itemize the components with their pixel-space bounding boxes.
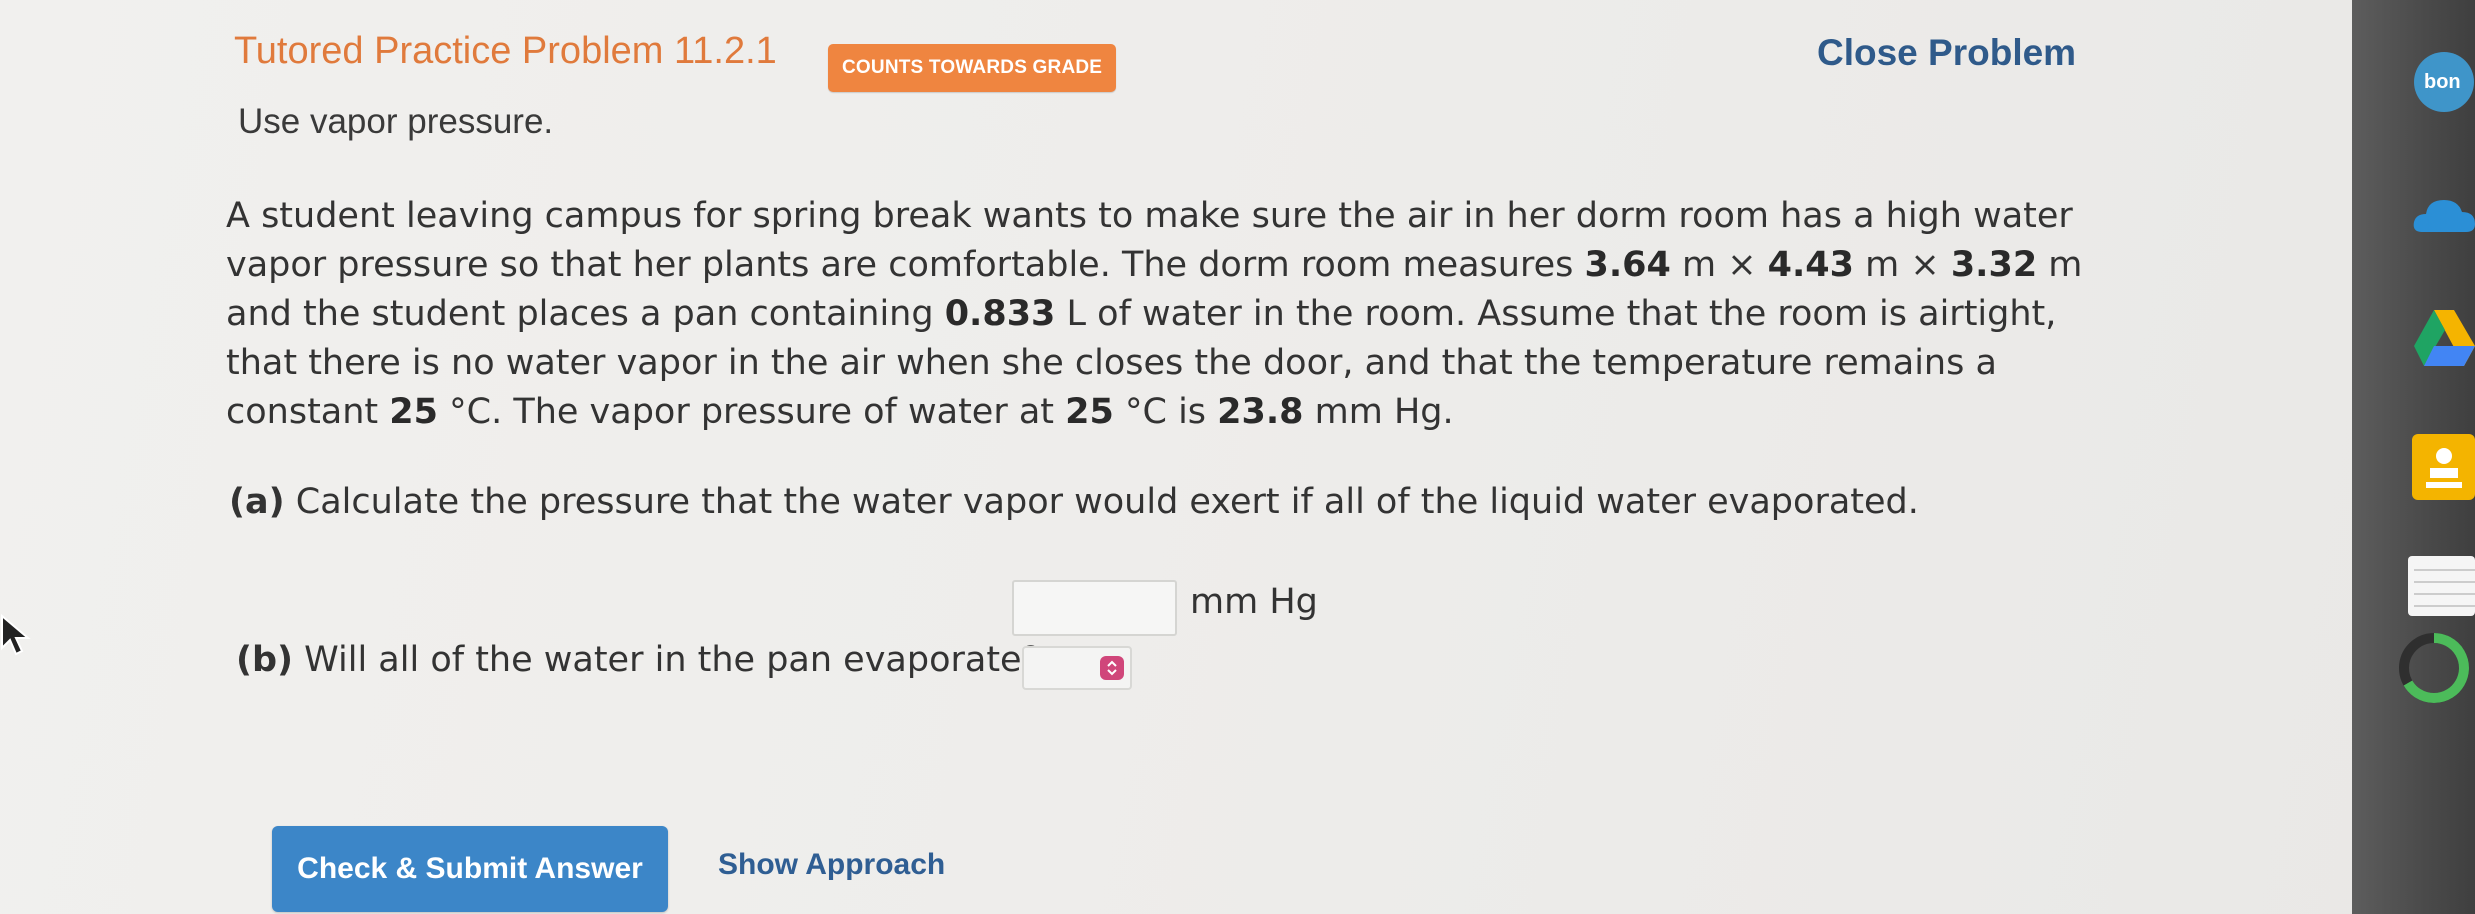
- show-approach-link[interactable]: Show Approach: [718, 848, 945, 882]
- pressure-unit: mm Hg: [1190, 582, 1318, 622]
- part-b-text: Will all of the water in the pan evapora…: [293, 640, 1041, 680]
- check-submit-button[interactable]: Check & Submit Answer: [272, 826, 668, 912]
- problem-subtitle: Use vapor pressure.: [238, 102, 554, 141]
- header: Tutored Practice Problem 11.2.1 COUNTS T…: [234, 30, 2076, 96]
- temperature-value: 25: [389, 392, 438, 432]
- bookmark-app-label: bon: [2424, 71, 2461, 93]
- onedrive-icon[interactable]: [2412, 190, 2475, 244]
- part-a-label: (a): [229, 482, 285, 522]
- problem-text: m ×: [1854, 245, 1951, 285]
- part-a-text: Calculate the pressure that the water va…: [284, 482, 1919, 522]
- close-problem-link[interactable]: Close Problem: [1817, 32, 2076, 74]
- page-title: Tutored Practice Problem 11.2.1: [234, 30, 777, 72]
- google-drive-icon[interactable]: [2414, 308, 2475, 374]
- vapor-pressure-value: 23.8: [1217, 392, 1304, 432]
- room-height-value: 3.32: [1950, 245, 2038, 285]
- temperature-value: 25: [1065, 392, 1114, 432]
- select-arrows-icon: [1100, 656, 1124, 680]
- problem-text: °C is: [1113, 392, 1218, 432]
- progress-ring-icon[interactable]: [2394, 628, 2475, 713]
- evaporate-answer-select[interactable]: [1022, 646, 1132, 690]
- mouse-cursor-icon: [0, 613, 34, 662]
- room-width-value: 4.43: [1767, 245, 1855, 285]
- problem-statement: A student leaving campus for spring brea…: [226, 192, 2096, 437]
- problem-text: °C. The vapor pressure of water at: [438, 392, 1066, 432]
- part-b-question: (b) Will all of the water in the pan eva…: [236, 640, 1040, 680]
- problem-text: mm Hg.: [1303, 392, 1454, 432]
- notes-icon[interactable]: [2408, 556, 2475, 616]
- pressure-answer-input[interactable]: [1012, 580, 1177, 636]
- bookmark-app-icon[interactable]: bon: [2414, 52, 2474, 112]
- grade-badge: COUNTS TOWARDS GRADE: [828, 44, 1117, 92]
- classroom-icon[interactable]: [2412, 434, 2475, 500]
- problem-text: m ×: [1670, 245, 1768, 285]
- room-length-value: 3.64: [1584, 245, 1671, 285]
- part-b-label: (b): [236, 640, 294, 680]
- part-a-question: (a) Calculate the pressure that the wate…: [229, 482, 1919, 522]
- water-volume-value: 0.833: [944, 294, 1056, 334]
- taskbar: bon: [2352, 0, 2475, 914]
